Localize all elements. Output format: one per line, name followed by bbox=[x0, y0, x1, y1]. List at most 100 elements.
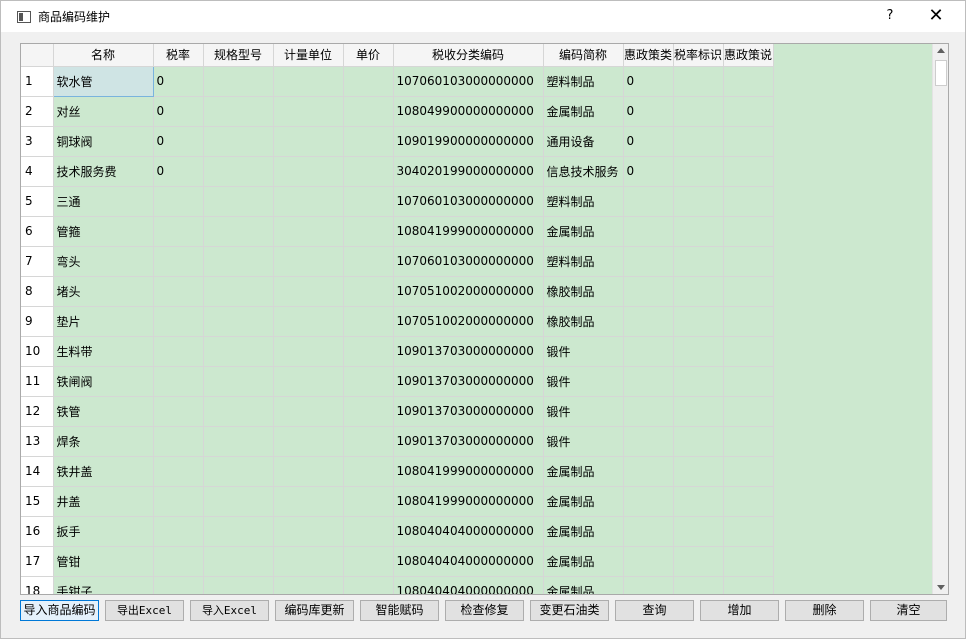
table-cell[interactable] bbox=[673, 186, 724, 217]
table-cell[interactable] bbox=[673, 336, 724, 367]
table-row[interactable]: 1 软水管 0 107060103000000000 塑料制品 0 bbox=[21, 65, 774, 97]
table-cell[interactable] bbox=[673, 96, 724, 127]
table-cell[interactable] bbox=[723, 96, 774, 127]
table-row[interactable]: 10 生料带 109013703000000000 锻件 bbox=[21, 336, 774, 367]
table-row[interactable]: 9 垫片 107051002000000000 橡胶制品 bbox=[21, 306, 774, 337]
table-cell[interactable]: 金属制品 bbox=[543, 516, 624, 547]
row-number[interactable]: 13 bbox=[21, 426, 54, 457]
table-cell[interactable] bbox=[343, 276, 394, 307]
table-cell[interactable] bbox=[623, 486, 674, 517]
table-cell[interactable] bbox=[343, 546, 394, 577]
table-cell[interactable] bbox=[343, 246, 394, 277]
table-cell[interactable] bbox=[273, 126, 344, 157]
table-row[interactable]: 5 三通 107060103000000000 塑料制品 bbox=[21, 186, 774, 217]
table-row[interactable]: 6 管箍 108041999000000000 金属制品 bbox=[21, 216, 774, 247]
table-cell[interactable] bbox=[343, 66, 394, 97]
table-cell[interactable] bbox=[203, 186, 274, 217]
table-row[interactable]: 18 手钳子 108040404000000000 金属制品 bbox=[21, 576, 774, 594]
table-cell[interactable] bbox=[273, 216, 344, 247]
table-cell[interactable]: 橡胶制品 bbox=[543, 306, 624, 337]
table-cell[interactable] bbox=[153, 216, 204, 247]
table-cell[interactable]: 管箍 bbox=[53, 216, 154, 247]
row-number[interactable]: 10 bbox=[21, 336, 54, 367]
table-cell[interactable] bbox=[153, 396, 204, 427]
table-cell[interactable]: 304020199000000000 bbox=[393, 156, 544, 187]
table-cell[interactable] bbox=[723, 336, 774, 367]
row-number[interactable]: 4 bbox=[21, 156, 54, 187]
table-cell[interactable] bbox=[723, 576, 774, 594]
table-cell[interactable] bbox=[343, 156, 394, 187]
table-cell[interactable]: 108041999000000000 bbox=[393, 456, 544, 487]
table-cell[interactable] bbox=[723, 246, 774, 277]
row-number[interactable]: 1 bbox=[21, 66, 54, 97]
table-cell[interactable] bbox=[673, 306, 724, 337]
table-cell[interactable] bbox=[273, 276, 344, 307]
table-cell[interactable] bbox=[273, 156, 344, 187]
table-cell[interactable]: 0 bbox=[623, 126, 674, 157]
table-cell[interactable]: 0 bbox=[153, 66, 204, 97]
table-cell[interactable] bbox=[273, 576, 344, 594]
table-cell[interactable] bbox=[273, 486, 344, 517]
column-header[interactable]: 惠政策说 bbox=[723, 44, 774, 67]
table-cell[interactable]: 井盖 bbox=[53, 486, 154, 517]
table-cell[interactable]: 锻件 bbox=[543, 366, 624, 397]
query-button[interactable]: 查询 bbox=[615, 600, 694, 621]
column-header[interactable]: 税率 bbox=[153, 44, 204, 67]
row-number[interactable]: 11 bbox=[21, 366, 54, 397]
table-cell[interactable]: 塑料制品 bbox=[543, 186, 624, 217]
table-cell[interactable] bbox=[623, 246, 674, 277]
table-cell[interactable]: 0 bbox=[153, 156, 204, 187]
row-number[interactable]: 3 bbox=[21, 126, 54, 157]
table-cell[interactable]: 管钳 bbox=[53, 546, 154, 577]
table-cell[interactable] bbox=[723, 366, 774, 397]
table-cell[interactable] bbox=[343, 516, 394, 547]
table-cell[interactable] bbox=[153, 426, 204, 457]
table-cell[interactable]: 109013703000000000 bbox=[393, 426, 544, 457]
table-cell[interactable] bbox=[273, 246, 344, 277]
table-cell[interactable]: 109013703000000000 bbox=[393, 366, 544, 397]
table-cell[interactable] bbox=[273, 516, 344, 547]
table-cell[interactable] bbox=[273, 306, 344, 337]
table-cell[interactable] bbox=[673, 366, 724, 397]
scroll-up-icon[interactable] bbox=[937, 48, 945, 53]
add-button[interactable]: 增加 bbox=[700, 600, 779, 621]
table-cell[interactable]: 0 bbox=[623, 96, 674, 127]
table-cell[interactable] bbox=[723, 516, 774, 547]
table-cell[interactable] bbox=[153, 366, 204, 397]
table-cell[interactable] bbox=[723, 156, 774, 187]
table-cell[interactable] bbox=[343, 396, 394, 427]
table-cell[interactable] bbox=[273, 546, 344, 577]
table-cell[interactable]: 108040404000000000 bbox=[393, 516, 544, 547]
table-cell[interactable] bbox=[273, 426, 344, 457]
update-code-lib-button[interactable]: 编码库更新 bbox=[275, 600, 354, 621]
table-cell[interactable] bbox=[723, 306, 774, 337]
table-cell[interactable] bbox=[273, 66, 344, 97]
table-row[interactable]: 12 铁管 109013703000000000 锻件 bbox=[21, 396, 774, 427]
table-cell[interactable] bbox=[153, 186, 204, 217]
table-cell[interactable]: 铜球阀 bbox=[53, 126, 154, 157]
table-row[interactable]: 3 铜球阀 0 109019900000000000 通用设备 0 bbox=[21, 126, 774, 157]
row-number[interactable]: 18 bbox=[21, 576, 54, 594]
table-cell[interactable] bbox=[273, 456, 344, 487]
table-cell[interactable]: 塑料制品 bbox=[543, 246, 624, 277]
table-cell[interactable] bbox=[273, 96, 344, 127]
table-cell[interactable]: 金属制品 bbox=[543, 486, 624, 517]
column-header[interactable]: 计量单位 bbox=[273, 44, 344, 67]
table-cell[interactable] bbox=[203, 96, 274, 127]
table-cell[interactable] bbox=[203, 126, 274, 157]
table-cell[interactable] bbox=[203, 426, 274, 457]
table-row[interactable]: 17 管钳 108040404000000000 金属制品 bbox=[21, 546, 774, 577]
table-cell[interactable]: 109019900000000000 bbox=[393, 126, 544, 157]
table-cell[interactable]: 金属制品 bbox=[543, 216, 624, 247]
table-row[interactable]: 15 井盖 108041999000000000 金属制品 bbox=[21, 486, 774, 517]
column-header[interactable]: 名称 bbox=[53, 44, 154, 67]
table-cell[interactable]: 对丝 bbox=[53, 96, 154, 127]
table-cell[interactable] bbox=[203, 306, 274, 337]
table-cell[interactable] bbox=[153, 546, 204, 577]
table-cell[interactable] bbox=[623, 276, 674, 307]
table-cell[interactable] bbox=[623, 576, 674, 594]
table-cell[interactable] bbox=[343, 216, 394, 247]
corner-cell[interactable] bbox=[21, 44, 54, 67]
table-cell[interactable]: 0 bbox=[153, 126, 204, 157]
table-cell[interactable]: 锻件 bbox=[543, 426, 624, 457]
